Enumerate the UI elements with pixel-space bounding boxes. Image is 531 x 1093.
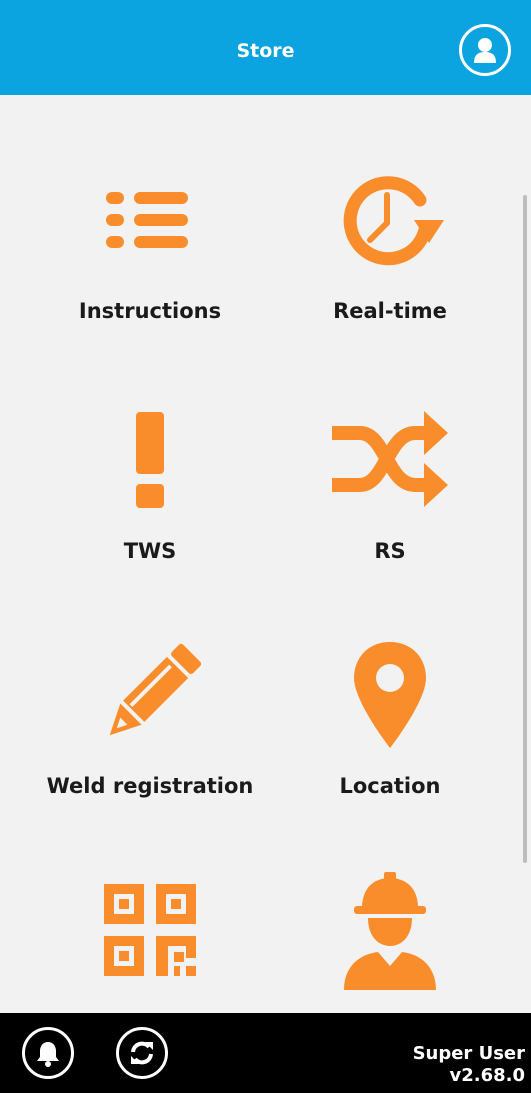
qr-code-icon [104, 884, 196, 976]
scrollbar[interactable] [523, 195, 527, 863]
history-icon [343, 176, 444, 266]
tile-label: TWS [123, 539, 177, 563]
app-footer: Super User v2.68.0 [0, 1013, 531, 1093]
tile-label: Weld registration [46, 774, 254, 798]
tile-qr-code[interactable] [25, 865, 275, 1013]
menu-grid[interactable]: Instructions Real-time TWS RS Weld regis… [0, 95, 531, 1013]
tile-label: Location [339, 774, 441, 798]
tile-instructions[interactable]: Instructions [25, 155, 275, 355]
tile-worker[interactable] [265, 865, 515, 1013]
list-icon [106, 192, 188, 248]
app-version: v2.68.0 [449, 1065, 525, 1086]
app-header: Store [0, 0, 531, 95]
tile-location[interactable]: Location [265, 630, 515, 830]
tile-real-time[interactable]: Real-time [265, 155, 515, 355]
user-profile-button[interactable] [459, 24, 511, 76]
tile-label: RS [374, 539, 406, 563]
sync-button[interactable] [116, 1027, 168, 1079]
bell-icon [37, 1042, 59, 1067]
tile-label: Instructions [78, 299, 222, 323]
page-title: Store [236, 40, 295, 62]
tile-weld-registration[interactable]: Weld registration [25, 630, 275, 830]
user-icon [474, 38, 496, 63]
user-info: Super User v2.68.0 [413, 1043, 525, 1087]
map-marker-icon [354, 642, 426, 748]
pencil-icon [109, 643, 202, 736]
tile-tws[interactable]: TWS [25, 395, 275, 595]
notifications-button[interactable] [22, 1027, 74, 1079]
shuffle-icon [332, 411, 448, 507]
tile-label: Real-time [333, 299, 447, 323]
sync-icon [131, 1041, 153, 1065]
user-name: Super User [412, 1043, 525, 1064]
tile-rs[interactable]: RS [265, 395, 515, 595]
exclamation-icon [136, 412, 164, 508]
worker-icon [344, 872, 436, 990]
